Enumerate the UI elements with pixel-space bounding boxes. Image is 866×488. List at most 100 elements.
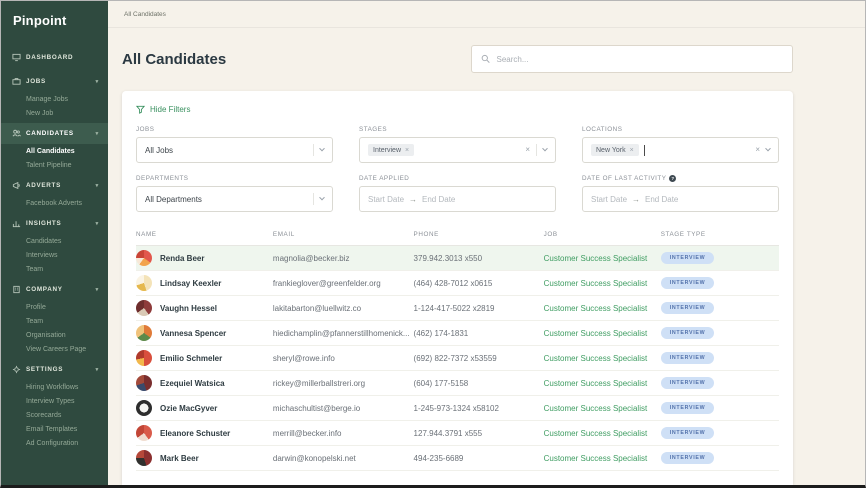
table-row[interactable]: Mark Beer darwin@konopelski.net 494-235-… xyxy=(136,445,779,471)
job-link[interactable]: Customer Success Specialist xyxy=(544,279,648,288)
candidate-name[interactable]: Renda Beer xyxy=(160,254,204,263)
users-icon xyxy=(12,129,21,137)
remove-tag-icon[interactable]: × xyxy=(405,147,409,154)
stage-filter-tag[interactable]: Interview × xyxy=(368,144,415,156)
start-date-input[interactable]: Start Date xyxy=(591,195,627,204)
candidate-phone: (604) 177-5158 xyxy=(413,370,544,396)
sidebar-item-all-candidates[interactable]: All Candidates xyxy=(1,144,108,158)
table-row[interactable]: Ozie MacGyver michaschultist@berge.io 1-… xyxy=(136,395,779,421)
candidate-name[interactable]: Mark Beer xyxy=(160,454,199,463)
last-activity-range[interactable]: Start Date → End Date xyxy=(582,186,779,212)
table-row[interactable]: Vannesa Spencer hiedichamplin@pfannersti… xyxy=(136,320,779,346)
end-date-input[interactable]: End Date xyxy=(645,195,678,204)
sidebar-item-organisation[interactable]: Organisation xyxy=(1,328,108,342)
job-link[interactable]: Customer Success Specialist xyxy=(544,404,648,413)
candidate-email: michaschultist@berge.io xyxy=(272,395,414,421)
text-cursor xyxy=(643,144,645,156)
brand-logo[interactable]: Pinpoint xyxy=(1,11,108,44)
hide-filters-button[interactable]: Hide Filters xyxy=(136,105,190,114)
search-input[interactable] xyxy=(496,54,783,64)
filter-jobs-label: JOBS xyxy=(136,126,155,133)
sidebar-item-ad-configuration[interactable]: Ad Configuration xyxy=(1,436,108,450)
sidebar-item-profile[interactable]: Profile xyxy=(1,300,108,314)
sidebar-item-hiring-workflows[interactable]: Hiring Workflows xyxy=(1,380,108,394)
clear-filter-icon[interactable]: × xyxy=(525,146,530,154)
main-area: All Candidates All Candidates Hide Filte… xyxy=(108,1,865,485)
sidebar-item-view-careers-page[interactable]: View Careers Page xyxy=(1,342,108,356)
job-link[interactable]: Customer Success Specialist xyxy=(544,379,648,388)
job-link[interactable]: Customer Success Specialist xyxy=(544,429,648,438)
table-row[interactable]: Lindsay Keexler frankieglover@greenfelde… xyxy=(136,270,779,296)
info-icon[interactable]: ? xyxy=(669,175,677,182)
arrow-right-icon: → xyxy=(632,194,641,204)
candidate-name[interactable]: Lindsay Keexler xyxy=(160,279,221,288)
table-row[interactable]: Ezequiel Watsica rickey@millerballstreri… xyxy=(136,370,779,396)
filter-stages-label: STAGES xyxy=(359,126,388,133)
departments-select[interactable]: All Departments xyxy=(136,186,333,212)
sidebar-item-new-job[interactable]: New Job xyxy=(1,106,108,120)
table-row[interactable]: Vaughn Hessel lakitabarton@luellwitz.co … xyxy=(136,295,779,321)
sidebar-item-jobs[interactable]: JOBS ▾ xyxy=(1,71,108,92)
candidate-name[interactable]: Ezequiel Watsica xyxy=(160,379,225,388)
location-filter-tag[interactable]: New York × xyxy=(591,144,639,156)
candidate-phone: (464) 428-7012 x0615 xyxy=(413,270,544,296)
app-window: Pinpoint DASHBOARD JOBS ▾ Manage Jobs Ne… xyxy=(0,0,866,488)
job-link[interactable]: Customer Success Specialist xyxy=(544,254,648,263)
jobs-select[interactable]: All Jobs xyxy=(136,137,333,163)
sidebar-item-facebook-adverts[interactable]: Facebook Adverts xyxy=(1,196,108,210)
sidebar-item-scorecards[interactable]: Scorecards xyxy=(1,408,108,422)
job-link[interactable]: Customer Success Specialist xyxy=(544,329,648,338)
job-link[interactable]: Customer Success Specialist xyxy=(544,354,648,363)
sidebar-item-talent-pipeline[interactable]: Talent Pipeline xyxy=(1,158,108,172)
chevron-down-icon[interactable] xyxy=(765,145,771,152)
end-date-input[interactable]: End Date xyxy=(422,195,455,204)
filter-locations: LOCATIONS New York × × xyxy=(582,126,779,163)
table-row[interactable]: Eleanore Schuster merrill@becker.info 12… xyxy=(136,420,779,446)
candidate-name[interactable]: Vaughn Hessel xyxy=(160,304,217,313)
date-applied-range[interactable]: Start Date → End Date xyxy=(359,186,556,212)
stage-badge: Interview xyxy=(660,277,715,289)
sidebar-item-email-templates[interactable]: Email Templates xyxy=(1,422,108,436)
table-row[interactable]: Emilio Schmeler sheryl@rowe.info (692) 8… xyxy=(136,345,779,371)
dashboard-icon xyxy=(12,53,21,62)
arrow-right-icon: → xyxy=(409,194,418,204)
sidebar-item-insights-team[interactable]: Team xyxy=(1,262,108,276)
clear-filter-icon[interactable]: × xyxy=(755,146,760,154)
sidebar-item-company[interactable]: COMPANY ▾ xyxy=(1,279,108,300)
sidebar-item-candidates[interactable]: CANDIDATES ▾ xyxy=(1,123,108,144)
avatar xyxy=(136,375,152,391)
sidebar-item-adverts[interactable]: ADVERTS ▾ xyxy=(1,175,108,196)
search-box[interactable] xyxy=(471,45,793,73)
candidate-name[interactable]: Emilio Schmeler xyxy=(160,354,222,363)
chevron-down-icon[interactable] xyxy=(319,145,325,152)
table-row[interactable]: Renda Beer magnolia@becker.biz 379.942.3… xyxy=(136,245,779,271)
chevron-down-icon[interactable] xyxy=(319,194,325,201)
candidate-name[interactable]: Ozie MacGyver xyxy=(160,404,217,413)
start-date-input[interactable]: Start Date xyxy=(368,195,404,204)
candidate-name[interactable]: Eleanore Schuster xyxy=(160,429,230,438)
chevron-down-icon[interactable] xyxy=(542,145,548,152)
sidebar-item-insights[interactable]: INSIGHTS ▾ xyxy=(1,213,108,234)
job-link[interactable]: Customer Success Specialist xyxy=(544,454,648,463)
sidebar-item-interview-types[interactable]: Interview Types xyxy=(1,394,108,408)
sidebar-item-manage-jobs[interactable]: Manage Jobs xyxy=(1,92,108,106)
candidate-email: merrill@becker.info xyxy=(272,420,414,446)
avatar xyxy=(136,400,152,416)
sidebar-item-insights-interviews[interactable]: Interviews xyxy=(1,248,108,262)
job-link[interactable]: Customer Success Specialist xyxy=(544,304,648,313)
chevron-icon: ▾ xyxy=(95,286,99,293)
sidebar-item-dashboard[interactable]: DASHBOARD xyxy=(1,47,108,68)
sidebar-item-settings[interactable]: SETTINGS ▾ xyxy=(1,359,108,380)
candidates-table: NAME EMAIL PHONE JOB STAGE TYPE Renda Be… xyxy=(136,226,779,471)
filter-departments: DEPARTMENTS All Departments xyxy=(136,175,333,212)
sidebar: Pinpoint DASHBOARD JOBS ▾ Manage Jobs Ne… xyxy=(1,1,108,485)
remove-tag-icon[interactable]: × xyxy=(630,147,634,154)
locations-select[interactable]: New York × × xyxy=(582,137,779,163)
candidate-name[interactable]: Vannesa Spencer xyxy=(160,329,226,338)
stages-select[interactable]: Interview × × xyxy=(359,137,556,163)
filter-last-activity: DATE OF LAST ACTIVITY ? Start Date → End… xyxy=(582,175,779,212)
candidate-phone: 1-245-973-1324 x58102 xyxy=(413,395,544,421)
sidebar-item-insights-candidates[interactable]: Candidates xyxy=(1,234,108,248)
chevron-icon: ▾ xyxy=(95,366,99,373)
sidebar-item-company-team[interactable]: Team xyxy=(1,314,108,328)
